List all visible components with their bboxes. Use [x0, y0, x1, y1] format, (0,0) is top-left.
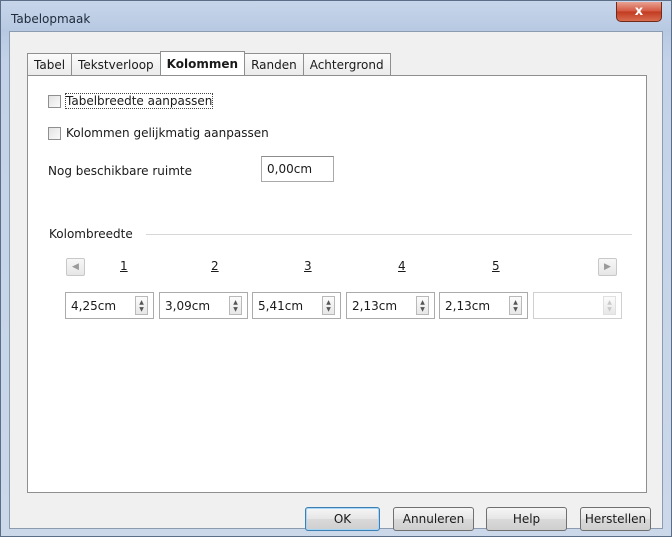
column-width-spinner-4[interactable]: 2,13cm ▲ ▼ [346, 292, 435, 319]
tab-tabel[interactable]: Tabel [27, 53, 73, 75]
dialog-window: Tabelopmaak x Tabel Tekstverloop Kolomme… [0, 0, 672, 537]
tab-tekstverloop[interactable]: Tekstverloop [71, 53, 161, 75]
remaining-space-label: Nog beschikbare ruimte [48, 164, 192, 178]
tab-bar: Tabel Tekstverloop Kolommen Randen Achte… [27, 51, 391, 75]
section-divider [146, 234, 632, 235]
spin-arrows-icon[interactable]: ▲ ▼ [322, 296, 335, 315]
ok-button[interactable]: OK [305, 507, 380, 531]
column-number-2: 2 [211, 259, 219, 273]
fit-table-width-label: Tabelbreedte aanpassen [64, 93, 214, 109]
column-width-value-5: 2,13cm [445, 299, 491, 313]
column-width-spinner-5[interactable]: 2,13cm ▲ ▼ [439, 292, 528, 319]
close-button[interactable]: x [616, 2, 662, 22]
help-button[interactable]: Help [486, 507, 567, 531]
spin-arrows-icon[interactable]: ▲ ▼ [509, 296, 522, 315]
column-width-section-title: Kolombreedte [49, 227, 133, 241]
column-width-value-1: 4,25cm [71, 299, 117, 313]
close-icon: x [634, 4, 644, 19]
tab-randen[interactable]: Randen [244, 53, 304, 75]
remaining-space-value: 0,00cm [267, 162, 313, 176]
spin-arrows-icon[interactable]: ▲ ▼ [135, 296, 148, 315]
column-number-3: 3 [304, 259, 312, 273]
tab-kolommen[interactable]: Kolommen [159, 51, 246, 75]
arrow-right-icon[interactable]: ▶ [598, 258, 617, 276]
spin-arrows-icon: ▲ ▼ [603, 296, 616, 315]
tab-achtergrond[interactable]: Achtergrond [302, 53, 391, 75]
remaining-space-field[interactable]: 0,00cm [261, 156, 334, 182]
remaining-space-row: Nog beschikbare ruimte [48, 164, 192, 178]
fit-table-width-option[interactable]: Tabelbreedte aanpassen [48, 93, 214, 109]
column-number-4: 4 [398, 259, 406, 273]
adapt-columns-evenly-label: Kolommen gelijkmatig aanpassen [66, 126, 269, 140]
fit-table-width-checkbox[interactable] [48, 94, 61, 108]
arrow-left-icon[interactable]: ◀ [66, 258, 85, 276]
column-width-spinner-1[interactable]: 4,25cm ▲ ▼ [65, 292, 154, 319]
spin-arrows-icon[interactable]: ▲ ▼ [229, 296, 242, 315]
reset-button[interactable]: Herstellen [580, 507, 651, 531]
tab-panel-kolommen: Tabelbreedte aanpassen Kolommen gelijkma… [27, 75, 647, 493]
adapt-columns-evenly-checkbox[interactable] [48, 126, 61, 140]
adapt-columns-evenly-option[interactable]: Kolommen gelijkmatig aanpassen [48, 126, 269, 140]
column-width-value-4: 2,13cm [352, 299, 398, 313]
window-title: Tabelopmaak [11, 12, 91, 26]
column-width-spinner-3[interactable]: 5,41cm ▲ ▼ [252, 292, 341, 319]
column-width-value-3: 5,41cm [258, 299, 304, 313]
cancel-button[interactable]: Annuleren [393, 507, 474, 531]
dialog-body: Tabel Tekstverloop Kolommen Randen Achte… [9, 31, 663, 531]
column-number-1: 1 [120, 259, 128, 273]
column-width-value-2: 3,09cm [165, 299, 211, 313]
title-bar[interactable]: Tabelopmaak x [1, 1, 671, 31]
column-width-spinner-2[interactable]: 3,09cm ▲ ▼ [159, 292, 248, 319]
column-width-spinner-6: ▲ ▼ [533, 292, 622, 319]
spin-arrows-icon[interactable]: ▲ ▼ [416, 296, 429, 315]
column-number-5: 5 [492, 259, 500, 273]
